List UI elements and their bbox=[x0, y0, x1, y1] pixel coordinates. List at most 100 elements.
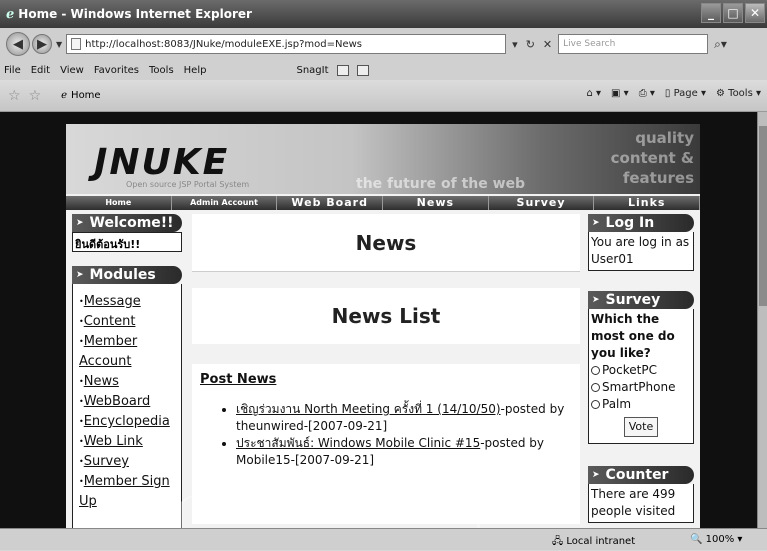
radio-button[interactable] bbox=[591, 366, 600, 375]
search-icon[interactable]: ⌕▾ bbox=[714, 37, 727, 52]
module-link[interactable]: Member Account bbox=[79, 334, 137, 369]
survey-title: Survey bbox=[605, 292, 661, 308]
menu-bar: File Edit View Favorites Tools Help Snag… bbox=[0, 60, 767, 80]
welcome-header: ➤ Welcome!! bbox=[72, 214, 182, 232]
zoom-control[interactable]: 🔍 100% ▾ bbox=[690, 534, 742, 545]
vertical-scrollbar[interactable] bbox=[757, 112, 767, 528]
vote-button[interactable]: Vote bbox=[624, 417, 658, 437]
menu-help[interactable]: Help bbox=[184, 65, 207, 76]
nav-links[interactable]: Links bbox=[594, 196, 701, 210]
list-item: •News bbox=[79, 374, 119, 389]
watermark-seal bbox=[180, 480, 480, 530]
list-item: •Survey bbox=[79, 454, 129, 469]
tab-page-icon: ℯ bbox=[61, 90, 68, 101]
module-link[interactable]: Encyclopedia bbox=[84, 414, 170, 429]
page-title: News bbox=[192, 214, 580, 272]
arrow-icon: ➤ bbox=[592, 295, 600, 305]
window-title: Home - Windows Internet Explorer bbox=[18, 7, 252, 21]
nav-admin-account[interactable]: Admin Account bbox=[172, 196, 278, 210]
scrollbar-thumb[interactable] bbox=[759, 126, 767, 306]
modules-header: ➤ Modules bbox=[72, 266, 182, 284]
module-link[interactable]: Member Sign Up bbox=[79, 474, 170, 509]
snagit-window-icon[interactable] bbox=[336, 64, 349, 76]
snagit-button[interactable]: SnagIt bbox=[296, 65, 328, 76]
arrow-icon: ➤ bbox=[592, 470, 600, 480]
snagit-edit-icon[interactable] bbox=[356, 64, 369, 76]
web-page: JNUKE Open source JSP Portal System the … bbox=[66, 124, 701, 528]
forward-button[interactable]: ▶ bbox=[32, 34, 52, 54]
close-button[interactable]: ✕ bbox=[745, 3, 765, 23]
survey-box: ➤ Survey Which the most one do you like?… bbox=[588, 291, 694, 444]
nav-news[interactable]: News bbox=[383, 196, 489, 210]
refresh-icon[interactable]: ↻ bbox=[526, 38, 535, 51]
login-status: You are log in as User01 bbox=[588, 232, 694, 271]
module-link[interactable]: Message bbox=[84, 294, 141, 309]
nav-survey[interactable]: Survey bbox=[489, 196, 595, 210]
survey-body: Which the most one do you like? PocketPC… bbox=[588, 309, 694, 444]
search-input[interactable]: Live Search bbox=[558, 34, 709, 54]
module-link[interactable]: Content bbox=[84, 314, 136, 329]
stop-icon[interactable]: ✕ bbox=[543, 38, 552, 51]
command-bar: ⌂ ▾ ▣ ▾ ⎙ ▾ ▯ Page ▾ ⚙ Tools ▾ bbox=[586, 88, 761, 99]
module-link[interactable]: Survey bbox=[84, 454, 129, 469]
menu-tools[interactable]: Tools bbox=[149, 65, 174, 76]
site-banner: JNUKE Open source JSP Portal System the … bbox=[66, 124, 700, 194]
menu-edit[interactable]: Edit bbox=[31, 65, 50, 76]
radio-button[interactable] bbox=[591, 400, 600, 409]
modules-title: Modules bbox=[89, 267, 156, 283]
right-column: ➤ Log In You are log in as User01 ➤ Surv… bbox=[588, 214, 694, 523]
feeds-icon[interactable]: ▣ ▾ bbox=[611, 88, 629, 99]
browser-viewport: JNUKE Open source JSP Portal System the … bbox=[0, 112, 757, 528]
add-favorites-icon[interactable]: ☆ bbox=[29, 88, 42, 104]
list-item: •Content bbox=[79, 314, 136, 329]
list-item: •Member Sign Up bbox=[79, 474, 170, 509]
page-menu[interactable]: ▯ Page ▾ bbox=[665, 88, 706, 99]
print-icon[interactable]: ⎙ ▾ bbox=[639, 88, 655, 99]
news-list-title: News List bbox=[192, 288, 580, 344]
news-item: ประชาสัมพันธ์: Windows Mobile Clinic #15… bbox=[236, 435, 572, 469]
tab-bar: ☆ ☆ ℯ Home ⌂ ▾ ▣ ▾ ⎙ ▾ ▯ Page ▾ ⚙ Tools … bbox=[0, 80, 767, 112]
address-dropdown-icon[interactable]: ▾ bbox=[512, 38, 518, 51]
tab-home[interactable]: ℯ Home bbox=[61, 90, 100, 101]
snagit-toolbar: SnagIt bbox=[296, 64, 369, 76]
site-tagline: the future of the web bbox=[356, 176, 526, 192]
search-placeholder: Live Search bbox=[563, 39, 616, 49]
window-controls: _ □ ✕ bbox=[701, 3, 765, 23]
survey-option[interactable]: SmartPhone bbox=[591, 379, 691, 396]
home-icon[interactable]: ⌂ ▾ bbox=[586, 88, 601, 99]
list-item: •Member Account bbox=[79, 334, 138, 369]
favorites-star-icon[interactable]: ☆ bbox=[8, 88, 21, 104]
address-bar[interactable]: http://localhost:8083/JNuke/moduleEXE.js… bbox=[66, 34, 507, 54]
corner-slogan: quality content & features bbox=[611, 128, 694, 188]
module-link[interactable]: News bbox=[84, 374, 119, 389]
menu-file[interactable]: File bbox=[4, 65, 21, 76]
news-link[interactable]: เชิญร่วมงาน North Meeting ครั้งที่ 1 (14… bbox=[236, 402, 501, 416]
maximize-button[interactable]: □ bbox=[723, 3, 743, 23]
tools-menu[interactable]: ⚙ Tools ▾ bbox=[716, 88, 761, 99]
list-item: •WebBoard bbox=[79, 394, 151, 409]
survey-option[interactable]: Palm bbox=[591, 396, 691, 413]
radio-button[interactable] bbox=[591, 383, 600, 392]
post-news-link[interactable]: Post News bbox=[200, 372, 572, 387]
corner-line: quality bbox=[635, 129, 694, 147]
nav-home[interactable]: Home bbox=[66, 196, 172, 210]
nav-web-board[interactable]: Web Board bbox=[277, 196, 384, 210]
news-item: เชิญร่วมงาน North Meeting ครั้งที่ 1 (14… bbox=[236, 401, 572, 435]
minimize-button[interactable]: _ bbox=[701, 3, 721, 23]
menu-favorites[interactable]: Favorites bbox=[94, 65, 139, 76]
counter-title: Counter bbox=[605, 467, 669, 483]
module-link[interactable]: WebBoard bbox=[84, 394, 151, 409]
survey-option[interactable]: PocketPC bbox=[591, 362, 691, 379]
history-dropdown-icon[interactable]: ▼ bbox=[56, 40, 62, 49]
welcome-text: ยินดีต้อนรับ!! bbox=[72, 232, 182, 252]
back-button[interactable]: ◀ bbox=[6, 32, 30, 56]
module-link[interactable]: Web Link bbox=[84, 434, 143, 449]
menu-view[interactable]: View bbox=[60, 65, 84, 76]
counter-text: There are 499 people visited bbox=[588, 484, 694, 523]
status-bar: 🖧 Local intranet 🔍 100% ▾ bbox=[0, 528, 767, 550]
news-link[interactable]: ประชาสัมพันธ์: Windows Mobile Clinic #15 bbox=[236, 436, 480, 450]
modules-list: •Message •Content •Member Account •News … bbox=[72, 284, 182, 528]
arrow-icon: ➤ bbox=[592, 218, 600, 228]
list-item: •Web Link bbox=[79, 434, 143, 449]
survey-question: Which the most one do you like? bbox=[591, 312, 675, 360]
